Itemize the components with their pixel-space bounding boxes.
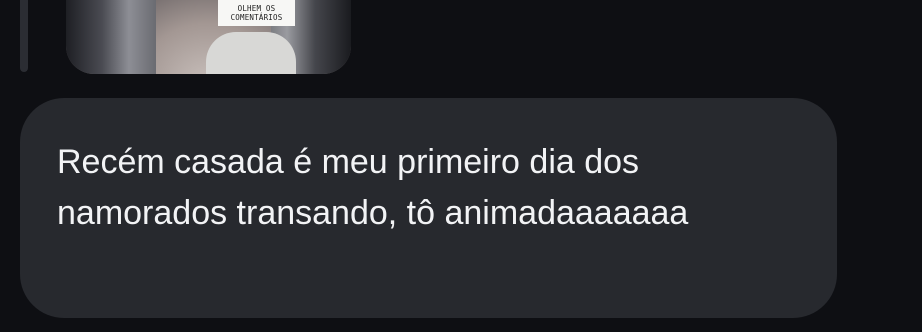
media-caption-line-2: COMENTÁRIOS <box>230 13 283 22</box>
message-bubble[interactable]: Recém casada é meu primeiro dia dos namo… <box>20 98 837 318</box>
message-text: Recém casada é meu primeiro dia dos namo… <box>57 143 689 232</box>
media-caption-overlay: OLHEM OS COMENTÁRIOS <box>218 0 295 26</box>
image-shoulder <box>206 32 296 74</box>
thread-connector-line <box>20 0 28 72</box>
post-media-thumbnail[interactable]: OLHEM OS COMENTÁRIOS <box>66 0 351 74</box>
image-hair-left <box>66 0 156 74</box>
media-caption-line-1: OLHEM OS <box>237 4 276 13</box>
